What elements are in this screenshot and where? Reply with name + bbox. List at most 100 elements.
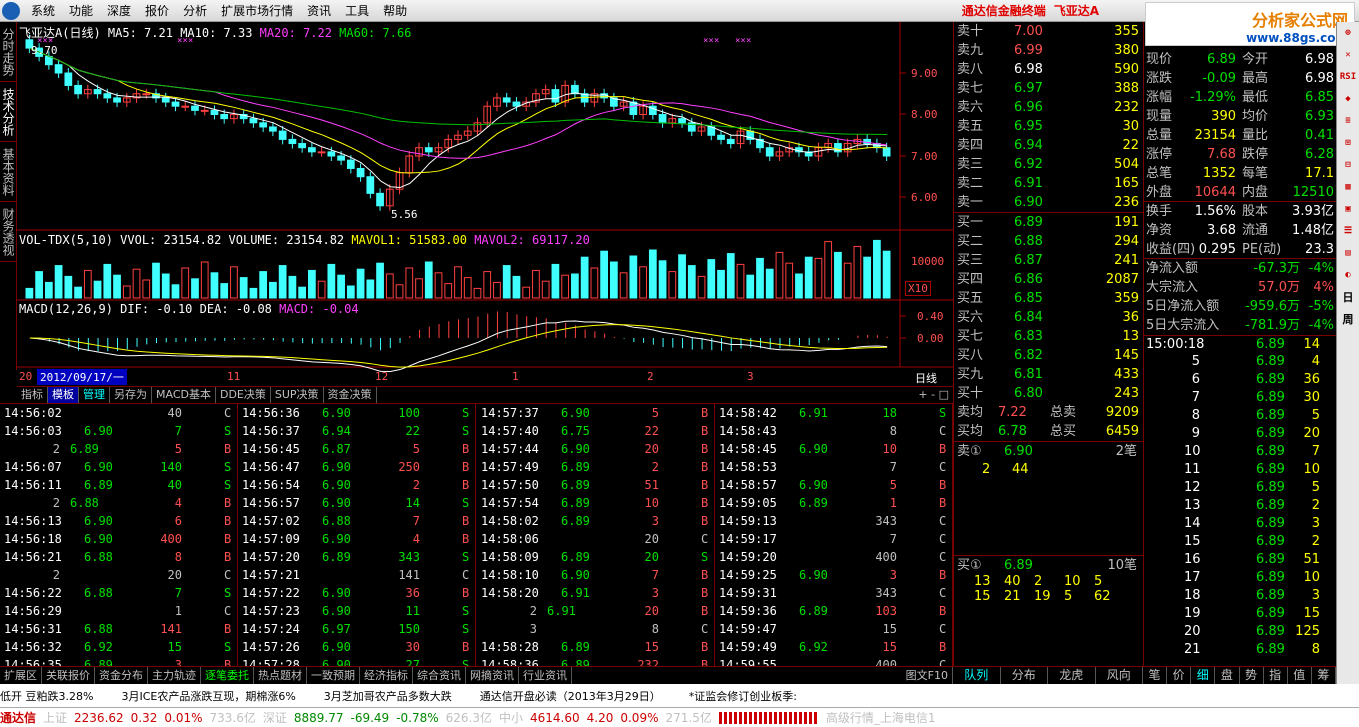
tick-side: S [462,622,470,636]
tab-economic[interactable]: 经济指标 [360,667,413,684]
minute-price: 6.89 [1256,642,1285,657]
tab-price[interactable]: 价 [1167,667,1192,684]
tab-trend[interactable]: 势 [1240,667,1264,684]
tick-side: C [224,406,232,420]
toolbar-macd-basic[interactable]: MACD基本 [152,387,216,403]
candle-body [337,155,345,161]
volume-bar [152,262,160,299]
flow-value: -781.9万 [1245,318,1300,333]
sidebar-tool-icon[interactable]: ▤ [1337,242,1359,264]
news-item[interactable]: *证监会修订创业板季: [689,688,797,704]
tab-technical[interactable]: 技术分析 [0,82,17,142]
toolbar-dde[interactable]: DDE决策 [216,387,271,403]
tab-queue[interactable]: 队列 [953,667,1001,684]
news-item[interactable]: 3月ICE农产品涨跌互现，期棉涨6% [121,688,295,704]
menu-item-analysis[interactable]: 分析 [176,2,214,19]
network-label: 高级行情_上海电信1 [825,711,936,725]
sidebar-tool-icon[interactable]: ◐ [1337,264,1359,286]
sidebar-tool-icon[interactable]: ▣ [1337,198,1359,220]
menu-item-system[interactable]: 系统 [24,2,62,19]
volume-bar [54,265,63,299]
candle-body [54,64,63,74]
tab-tick-orders[interactable]: 逐笔委托 [201,667,254,684]
sidebar-tool-icon[interactable]: ⊕ [1337,22,1359,44]
menu-item-depth[interactable]: 深度 [100,2,138,19]
toolbar-fund[interactable]: 资金决策 [324,387,377,403]
menu-item-news[interactable]: 资讯 [300,2,338,19]
minute-row: 9 6.89 20 [1144,425,1336,443]
toolbar-manage[interactable]: 管理 [79,387,110,403]
kline-chart-area[interactable]: 飞亚达A(日线) MA5: 7.21 MA10: 7.33 MA20: 7.22… [17,22,953,386]
news-item[interactable]: 低开 豆粕跌3.28% [0,688,93,704]
tab-chips[interactable]: 筹 [1312,667,1336,684]
menu-item-help[interactable]: 帮助 [376,2,414,19]
tab-distribution[interactable]: 分布 [1001,667,1048,684]
sidebar-tool-icon[interactable]: ✕ [1337,44,1359,66]
toolbar-template[interactable]: 模板 [48,387,79,403]
tick-side: S [224,586,232,600]
menu-item-tools[interactable]: 工具 [338,2,376,19]
tick-volume: 15 [644,640,659,654]
news-item[interactable]: 通达信开盘必读（2013年3月29日） [480,688,661,704]
volume-bar [64,275,73,299]
tab-wind[interactable]: 风向 [1096,667,1143,684]
level-price: 6.87 [1014,253,1043,268]
volume-bar [366,279,375,299]
level-volume: 433 [1114,367,1139,382]
tick-volume: 8 [174,550,182,564]
tick-volume: 4 [174,496,182,510]
tab-related-quotes[interactable]: 关联报价 [42,667,95,684]
f10-button[interactable]: 图文F10 [902,667,953,684]
quote-label: 量比 [1242,128,1269,143]
tab-hot-topics[interactable]: 热点题材 [254,667,307,684]
tab-basic-info[interactable]: 基本资料 [0,142,17,202]
tab-trade[interactable]: 笔 [1143,667,1168,684]
tab-consensus[interactable]: 一致预期 [307,667,360,684]
sidebar-tool-icon[interactable]: ⊟ [1337,154,1359,176]
sidebar-tool-icon[interactable]: ◆ [1337,88,1359,110]
tab-index[interactable]: 指 [1264,667,1288,684]
menu-item-function[interactable]: 功能 [62,2,100,19]
tab-general-news[interactable]: 综合资讯 [413,667,466,684]
tab-value[interactable]: 值 [1288,667,1312,684]
volume-bar [415,278,423,299]
tab-financial[interactable]: 财务透视 [0,202,17,262]
sidebar-tool-icon[interactable]: ⊞ [1337,132,1359,154]
queue-volume: 10 [1064,574,1081,589]
menu-item-quote[interactable]: 报价 [138,2,176,19]
tab-extension[interactable]: 扩展区 [0,667,42,684]
level-volume: 232 [1114,100,1139,115]
tab-dragon-tiger[interactable]: 龙虎 [1048,667,1096,684]
tab-main-trace[interactable]: 主力轨迹 [148,667,201,684]
sidebar-tool-icon[interactable]: ▦ [1337,176,1359,198]
tick-volume: 5 [889,478,897,492]
tab-web-news[interactable]: 网摘资讯 [466,667,519,684]
minute-index: 8 [1191,408,1200,423]
volume-bar [571,273,579,299]
tab-intraday[interactable]: 分时走势 [0,22,17,82]
sidebar-tool-icon[interactable]: ≡ [1337,110,1359,132]
tab-detail[interactable]: 细 [1191,667,1216,684]
zoom-controls[interactable]: + - □ [914,387,953,403]
minute-volume: 7 [1311,444,1320,459]
sidebar-tool-icon[interactable]: ☰ [1337,220,1359,242]
volume-bar [132,268,141,299]
tab-industry-news[interactable]: 行业资讯 [519,667,572,684]
toolbar-indicator[interactable]: 指标 [17,387,48,403]
sidebar-tool-icon[interactable]: 日 [1337,286,1359,308]
tab-fund-distribution[interactable]: 资金分布 [95,667,148,684]
period-label[interactable]: 日线 [915,370,937,386]
sidebar-tool-icon[interactable]: RSI [1337,66,1359,88]
tab-book[interactable]: 盘 [1215,667,1240,684]
news-ticker[interactable]: 低开 豆粕跌3.28% 3月ICE农产品涨跌互现，期棉涨6% 3月芝加哥农产品多… [0,684,1359,707]
level-volume: 241 [1114,253,1139,268]
toolbar-sup[interactable]: SUP决策 [271,387,324,403]
quote-value: 7.68 [1207,147,1236,162]
toolbar-save-as[interactable]: 另存为 [110,387,152,403]
menu-item-extended-market[interactable]: 扩展市场行情 [214,2,300,19]
sidebar-tool-icon[interactable]: 周 [1337,308,1359,330]
news-item[interactable]: 3月芝加哥农产品多数大跌 [324,688,452,704]
tick-row: 14:58:06 20 C [477,530,714,548]
chart-canvas[interactable] [17,22,953,386]
volume-bar [697,275,706,299]
